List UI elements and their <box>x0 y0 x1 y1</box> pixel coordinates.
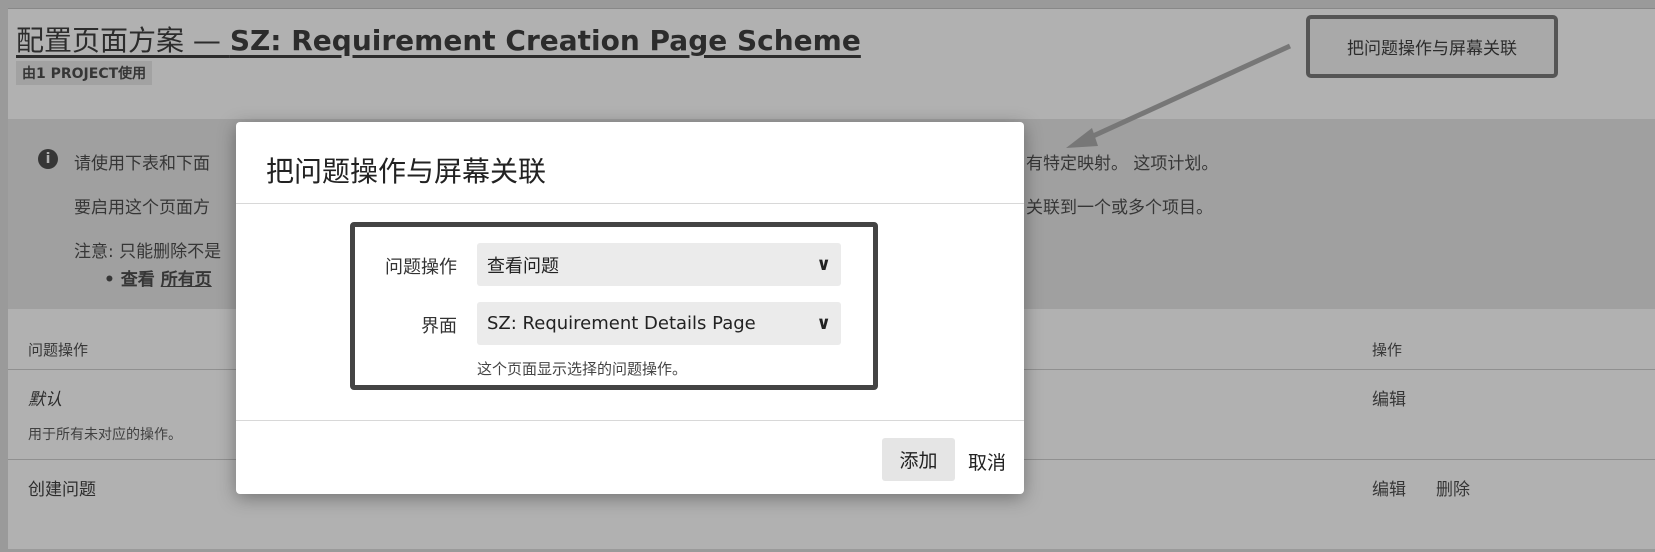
add-button[interactable]: 添加 <box>882 438 955 481</box>
operation-label: 问题操作 <box>385 257 457 278</box>
dialog-title: 把问题操作与屏幕关联 <box>266 155 547 188</box>
screen-select[interactable]: SZ: Requirement Details Page ∨ <box>477 302 841 345</box>
dialog-header-divider <box>236 203 1024 204</box>
chevron-down-icon: ∨ <box>816 254 831 275</box>
cancel-link[interactable]: 取消 <box>968 448 1006 475</box>
operation-select-value: 查看问题 <box>487 255 559 277</box>
operation-select[interactable]: 查看问题 ∨ <box>477 243 841 286</box>
screen-hint: 这个页面显示选择的问题操作。 <box>477 360 688 378</box>
dialog-footer-divider <box>236 420 1024 421</box>
chevron-down-icon: ∨ <box>816 313 831 334</box>
associate-dialog: 把问题操作与屏幕关联 问题操作 查看问题 ∨ 界面 SZ: Requiremen… <box>236 122 1024 494</box>
screen-select-value: SZ: Requirement Details Page <box>487 313 756 334</box>
screen-label: 界面 <box>421 316 457 337</box>
